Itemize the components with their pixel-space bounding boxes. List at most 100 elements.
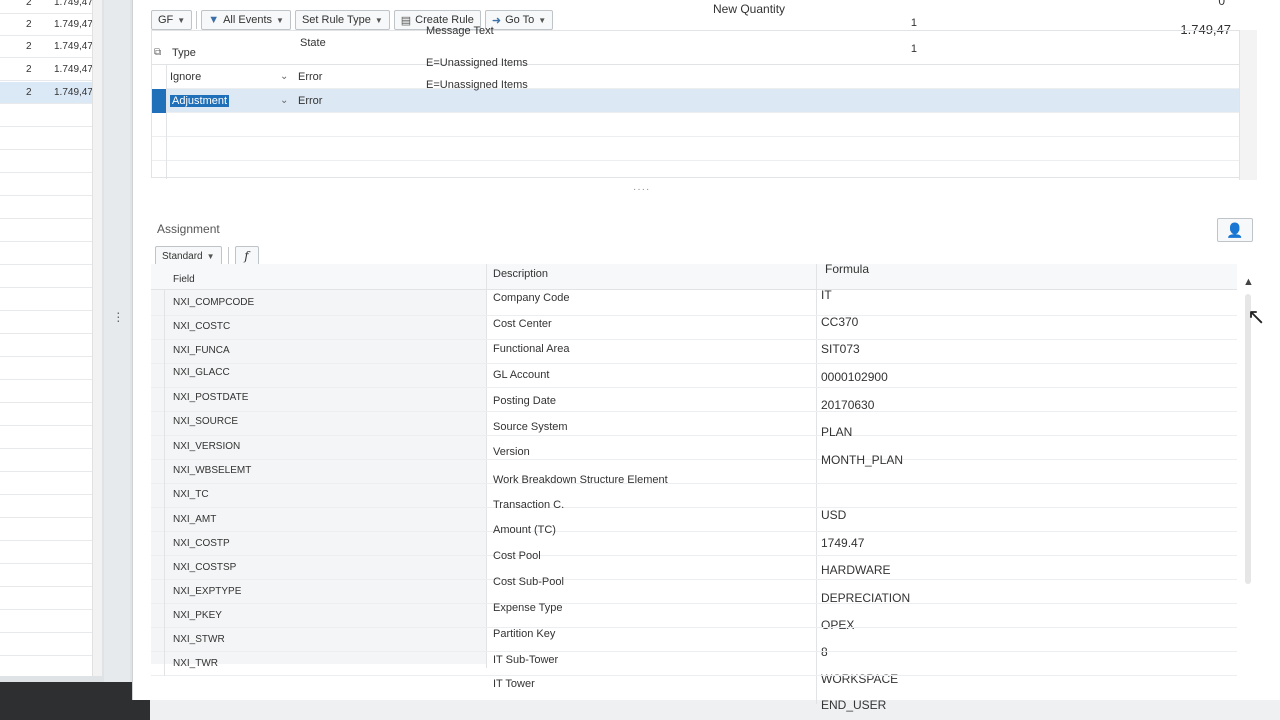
table-row[interactable]: NXI_TC Transaction C. USD [151,482,1237,522]
table-row[interactable]: Adjustment ⌄ Error E=Unassigned Items [152,79,1242,113]
formula-cell[interactable]: SIT073 [821,342,860,356]
description-cell: Source System [493,421,568,433]
formula-button[interactable]: f [234,246,259,266]
column-header-description[interactable]: Description [493,268,548,280]
list-item [0,266,92,288]
list-item [0,289,92,311]
table-row[interactable]: NXI_SOURCE Source System PLAN [151,410,1237,439]
list-item-count: 2 [26,41,32,52]
row-selector[interactable] [151,650,165,676]
column-header-type[interactable]: Type [172,47,196,59]
type-cell[interactable]: Ignore [170,71,201,83]
all-events-button[interactable]: ▼ All Events ▼ [201,10,291,30]
splitter-grip-icon[interactable]: · · · [116,305,121,327]
table-row[interactable]: NXI_VERSION Version MONTH_PLAN [151,434,1237,467]
type-cell[interactable]: Adjustment [170,95,230,107]
row-selector[interactable] [152,89,166,113]
left-scrollbar[interactable] [92,0,102,676]
list-item[interactable]: 2 1.749,47 [0,82,93,104]
chevron-down-icon: ▼ [538,15,547,25]
scrollbar-track[interactable] [1245,294,1251,584]
table-row[interactable]: NXI_COSTP Cost Pool HARDWARE [151,530,1237,577]
table-row[interactable]: NXI_EXPTYPE Expense Type OPEX [151,578,1237,632]
row-selector[interactable] [151,602,165,628]
row-selector[interactable] [151,458,165,484]
table-row[interactable]: NXI_TWR IT Tower END_USER [151,650,1237,712]
chevron-down-icon: ▼ [276,15,284,25]
set-rule-type-label: Set Rule Type [301,14,371,26]
variant-dropdown[interactable]: Standard ▼ [155,246,222,266]
variant-label: Standard [162,250,203,262]
column-header-state[interactable]: State [300,37,326,49]
message-cell: E=Unassigned Items [426,57,528,69]
table-row [152,113,1242,137]
row-selector[interactable] [151,506,165,532]
row-selector[interactable] [151,290,165,316]
description-cell: Company Code [493,292,570,304]
table-row[interactable]: NXI_PKEY Partition Key 8 [151,602,1237,659]
field-cell: NXI_COSTC [173,321,231,332]
row-selector[interactable] [151,554,165,580]
chevron-down-icon[interactable]: ⌄ [280,95,288,106]
assign-user-button[interactable]: 👤 [1217,218,1253,242]
select-all-icon[interactable]: ⧉ [154,47,161,58]
row-selector[interactable] [151,386,165,412]
chevron-down-icon[interactable]: ⌄ [280,71,288,82]
formula-cell[interactable]: CC370 [821,315,858,329]
row-selector[interactable] [151,578,165,604]
row-selector[interactable] [151,314,165,340]
table-row[interactable]: NXI_COSTC Cost Center CC370 [151,314,1237,340]
row-selector[interactable] [152,65,166,89]
resize-handle-icon[interactable]: ···· [633,184,650,195]
left-list-panel: 2 1.749,47 2 1.749,47 2 1.749,47 2 1.749… [0,0,102,676]
chevron-up-icon[interactable]: ▲ [1243,276,1254,288]
toolbar-separator [227,247,229,265]
table-row[interactable]: NXI_AMT Amount (TC) 1749.47 [151,506,1237,550]
table-row[interactable]: NXI_WBSELEMT Work Breakdown Structure El… [151,458,1237,486]
row-selector[interactable] [151,482,165,508]
column-header-field[interactable]: Field [173,274,195,285]
column-header-message[interactable]: Message Text [426,25,494,37]
panel-splitter[interactable]: · · · [104,0,130,700]
column-header-formula[interactable]: Formula [825,262,869,276]
field-cell: NXI_FUNCA [173,345,230,356]
table-row[interactable]: NXI_STWR IT Sub-Tower WORKSPACE [151,626,1237,686]
table-row[interactable]: NXI_GLACC GL Account 0000102900 [151,362,1237,388]
row-selector[interactable] [151,530,165,556]
list-item[interactable]: 2 1.749,47 [0,59,93,81]
row-selector[interactable] [151,434,165,460]
field-cell: NXI_GLACC [173,367,230,378]
row-selector[interactable] [151,362,165,388]
toolbar-separator [196,11,198,29]
list-item[interactable]: 2 1.749,47 [0,0,93,14]
table-row[interactable]: NXI_FUNCA Functional Area SIT073 [151,338,1237,364]
field-cell: NXI_COSTSP [173,562,237,573]
table-row[interactable]: NXI_POSTDATE Posting Date 20170630 [151,386,1237,412]
gf-dropdown[interactable]: GF ▼ [151,10,193,30]
field-cell: NXI_POSTDATE [173,392,249,403]
formula-cell[interactable]: 0000102900 [821,370,888,384]
row-selector[interactable] [151,338,165,364]
filter-icon: ▼ [208,14,220,26]
list-item [0,542,92,564]
list-item[interactable]: 2 1.749,47 [0,36,93,58]
field-cell: NXI_SOURCE [173,416,239,427]
formula-cell[interactable]: END_USER [821,698,886,712]
events-table-scrollbar[interactable] [1239,30,1257,180]
description-cell: Version [493,446,530,458]
row-selector[interactable] [151,626,165,652]
list-item [0,358,92,380]
formula-cell[interactable]: IT [821,288,832,302]
go-to-button[interactable]: ➜ Go To ▼ [484,10,554,30]
assignment-title: Assignment [157,222,220,236]
list-item-amount: 1.749,47 [54,19,93,30]
row-selector[interactable] [151,410,165,436]
table-row[interactable]: NXI_COSTSP Cost Sub-Pool DEPRECIATION [151,554,1237,605]
table-row[interactable]: Ignore ⌄ Error E=Unassigned Items [152,57,1242,89]
set-rule-type-button[interactable]: Set Rule Type ▼ [294,10,390,30]
row-selector-column [166,65,167,179]
list-item[interactable]: 2 1.749,47 [0,14,93,36]
table-row[interactable]: NXI_COMPCODE Company Code IT [151,288,1237,316]
description-cell: Cost Center [493,318,552,330]
field-cell: NXI_VERSION [173,441,241,452]
